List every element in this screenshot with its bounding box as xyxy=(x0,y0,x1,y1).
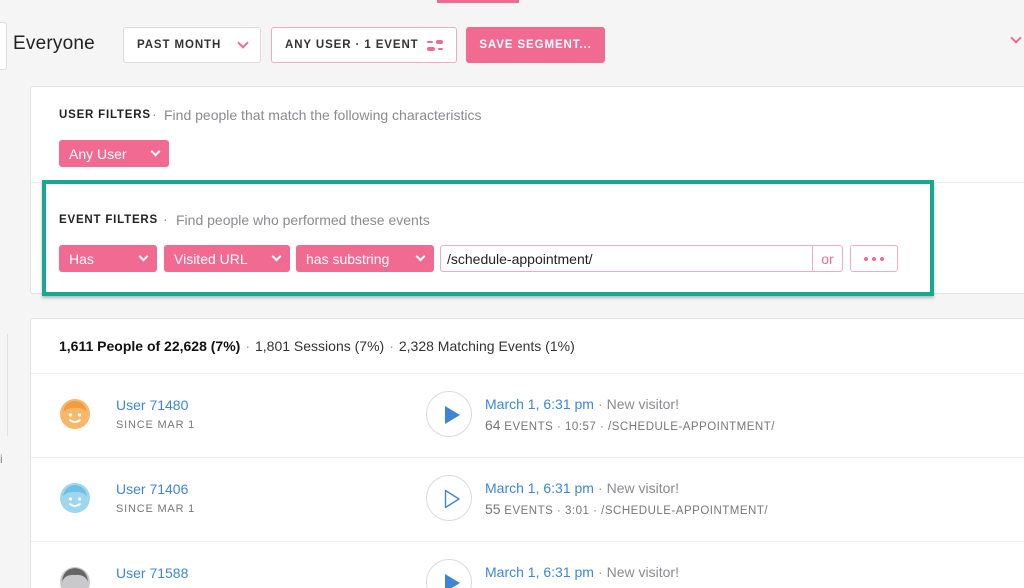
separator-dot: · xyxy=(245,338,250,354)
sidebar-edge xyxy=(0,22,7,70)
segment-title[interactable]: Everyone xyxy=(13,33,95,55)
session-date-line: March 1, 6:31 pm · New visitor! xyxy=(485,564,679,580)
operator-value: has substring xyxy=(306,250,390,267)
separator-dot: · xyxy=(389,338,394,354)
user-filters-description: Find people that match the following cha… xyxy=(164,107,482,123)
separator-dot: · xyxy=(152,106,157,122)
play-outline-icon xyxy=(444,489,460,509)
sidebar-divider xyxy=(0,334,8,436)
event-count: 55 xyxy=(485,501,501,517)
session-note: New visitor! xyxy=(606,396,679,412)
session-meta: 64 EVENTS · 10:57 · /SCHEDULE-APPOINTMEN… xyxy=(485,417,775,433)
session-page: /SCHEDULE-APPOINTMENT/ xyxy=(601,505,769,517)
chevron-down-icon xyxy=(150,146,161,157)
event-count-label: EVENTS xyxy=(504,505,554,517)
session-page: /SCHEDULE-APPOINTMENT/ xyxy=(608,421,775,433)
play-session-button[interactable] xyxy=(426,475,472,521)
chevron-down-icon xyxy=(415,251,426,262)
dot-icon xyxy=(880,256,884,261)
active-tab-indicator xyxy=(437,0,519,3)
more-options-button[interactable] xyxy=(850,245,898,272)
play-icon xyxy=(445,406,460,424)
time-range-label: PAST MONTH xyxy=(137,39,222,51)
event-count-label: EVENTS xyxy=(504,421,554,433)
filter-summary-button[interactable]: ANY USER · 1 EVENT xyxy=(271,27,457,63)
session-date-link[interactable]: March 1, 6:31 pm xyxy=(485,480,594,496)
divider xyxy=(31,541,1024,542)
url-value-field[interactable]: /schedule-appointment/ or xyxy=(440,245,843,272)
session-note: New visitor! xyxy=(606,564,679,580)
play-session-button[interactable] xyxy=(426,391,472,437)
session-date-line: March 1, 6:31 pm · New visitor! xyxy=(485,396,679,412)
events-count: 2,328 Matching Events (1%) xyxy=(398,338,575,354)
user-since: SINCE MAR 1 xyxy=(116,503,196,515)
event-type-value: Visited URL xyxy=(174,250,248,267)
session-duration: 3:01 xyxy=(565,505,590,517)
save-segment-button[interactable]: SAVE SEGMENT... xyxy=(466,27,605,63)
session-date-line: March 1, 6:31 pm · New visitor! xyxy=(485,480,679,496)
has-select-value: Has xyxy=(69,250,94,267)
dot-icon xyxy=(872,256,876,261)
divider xyxy=(31,373,1024,374)
sidebar-fragment: i xyxy=(0,452,3,466)
chevron-down-icon xyxy=(138,251,149,262)
user-name-link[interactable]: User 71480 xyxy=(116,397,188,413)
chevron-down-icon xyxy=(237,37,249,49)
filter-sliders-icon xyxy=(427,39,443,51)
chevron-down-icon xyxy=(271,251,282,262)
filter-summary-label: ANY USER · 1 EVENT xyxy=(285,39,419,51)
separator-dot: · xyxy=(163,211,168,227)
event-filters-heading: EVENT FILTERS xyxy=(59,214,158,226)
user-filters-heading: USER FILTERS xyxy=(59,109,151,121)
event-type-select[interactable]: Visited URL xyxy=(164,245,290,272)
dot-icon xyxy=(864,256,868,261)
chevron-down-icon[interactable] xyxy=(1010,32,1022,44)
user-type-value: Any User xyxy=(69,145,127,162)
operator-select[interactable]: has substring xyxy=(296,245,434,272)
session-date-link[interactable]: March 1, 6:31 pm xyxy=(485,396,594,412)
results-summary: 1,611 People of 22,628 (7%) · 1,801 Sessio… xyxy=(59,338,575,354)
gray-face-icon[interactable] xyxy=(59,566,91,588)
url-value-text[interactable]: /schedule-appointment/ xyxy=(441,251,812,267)
blue-face-icon[interactable] xyxy=(59,482,91,514)
event-filters-description: Find people who performed these events xyxy=(176,212,430,228)
user-name-link[interactable]: User 71406 xyxy=(116,481,188,497)
or-button[interactable]: or xyxy=(812,246,842,271)
session-note: New visitor! xyxy=(606,480,679,496)
people-count: 1,611 People of 22,628 (7%) xyxy=(59,338,241,354)
divider xyxy=(31,457,1024,458)
play-icon xyxy=(445,574,460,588)
has-select[interactable]: Has xyxy=(59,245,157,272)
event-count: 64 xyxy=(485,417,501,433)
user-type-select[interactable]: Any User xyxy=(59,140,169,167)
people-card xyxy=(30,318,1024,588)
sessions-count: 1,801 Sessions (7%) xyxy=(255,338,385,354)
orange-face-icon[interactable] xyxy=(59,398,91,430)
session-meta: 55 EVENTS · 3:01 · /SCHEDULE-APPOINTMENT… xyxy=(485,501,769,517)
user-since: SINCE MAR 1 xyxy=(116,419,196,431)
user-name-link[interactable]: User 71588 xyxy=(116,565,188,581)
session-date-link[interactable]: March 1, 6:31 pm xyxy=(485,564,594,580)
session-duration: 10:57 xyxy=(565,421,597,433)
time-range-dropdown[interactable]: PAST MONTH xyxy=(123,27,261,63)
event-filters-highlight xyxy=(42,180,934,296)
